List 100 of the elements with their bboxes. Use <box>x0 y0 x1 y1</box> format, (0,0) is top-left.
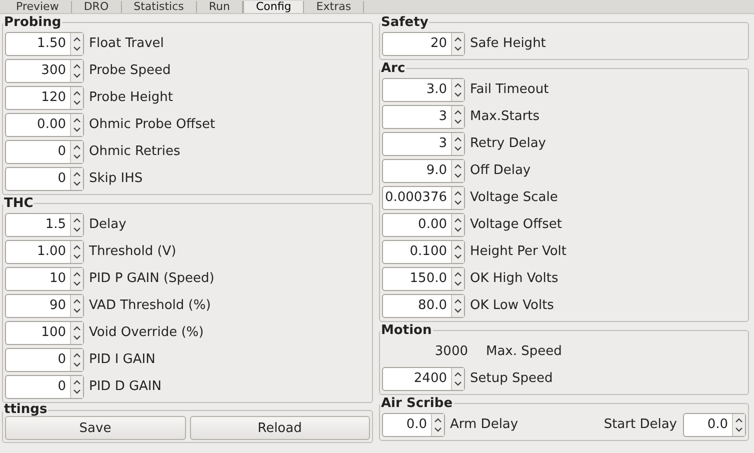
spin-arrows-icon[interactable] <box>451 368 464 390</box>
value-field[interactable]: 9.0 <box>383 160 451 182</box>
value-field[interactable]: 0 <box>6 140 70 162</box>
spin-arrows-icon[interactable] <box>451 186 464 208</box>
spin-arrows-icon[interactable] <box>70 348 83 370</box>
value-field[interactable]: 0 <box>6 376 70 398</box>
spin-box[interactable]: 9.0 <box>382 158 465 182</box>
field-label: Voltage Scale <box>470 190 558 205</box>
value-field[interactable]: 300 <box>6 60 70 82</box>
tab[interactable]: Config <box>243 1 304 13</box>
field-label: Probe Height <box>89 90 173 105</box>
spin-box[interactable]: 0.0 <box>382 412 445 436</box>
spin-box[interactable]: 0.00 <box>382 212 465 236</box>
action-button[interactable]: Reload <box>190 416 370 440</box>
group-title: Air Scribe <box>380 396 454 411</box>
spin-arrows-icon[interactable] <box>451 214 464 236</box>
field-label: Ohmic Retries <box>89 144 180 159</box>
group-title: Arc <box>380 61 406 76</box>
value-field[interactable]: 3 <box>383 106 451 128</box>
value-field[interactable]: 1.50 <box>6 32 70 54</box>
value-field[interactable]: 3.0 <box>383 78 451 100</box>
value-field[interactable]: 20 <box>383 32 451 54</box>
field-label: VAD Threshold (%) <box>89 298 211 313</box>
spin-arrows-icon[interactable] <box>451 106 464 128</box>
spin-arrows-icon[interactable] <box>70 268 83 290</box>
spin-box[interactable]: 20 <box>382 32 465 56</box>
spin-arrows-icon[interactable] <box>70 60 83 82</box>
spin-box[interactable]: 150.0 <box>382 266 465 290</box>
tab[interactable]: Statistics <box>122 1 197 13</box>
spin-arrows-icon[interactable] <box>451 160 464 182</box>
value-field[interactable]: 90 <box>6 294 70 316</box>
field-label: Safe Height <box>470 36 546 51</box>
spin-box[interactable]: 0 <box>5 166 84 190</box>
spin-box[interactable]: 2400 <box>382 366 465 390</box>
field-label: Fail Timeout <box>470 82 549 97</box>
value-field[interactable]: 150.0 <box>383 268 451 290</box>
spin-arrows-icon[interactable] <box>70 32 83 54</box>
spin-arrows-icon[interactable] <box>431 414 444 436</box>
value-field[interactable]: 100 <box>6 322 70 344</box>
spin-arrows-icon[interactable] <box>451 294 464 316</box>
spin-box[interactable]: 90 <box>5 294 84 318</box>
spin-box[interactable]: 0.00 <box>5 112 84 136</box>
spin-box[interactable]: 0 <box>5 140 84 164</box>
spin-arrows-icon[interactable] <box>70 214 83 236</box>
spin-arrows-icon[interactable] <box>451 240 464 262</box>
spin-arrows-icon[interactable] <box>70 86 83 108</box>
value-field[interactable]: 2400 <box>383 368 451 390</box>
spin-box[interactable]: 1.50 <box>5 32 84 56</box>
field-label: Start Delay <box>604 417 677 432</box>
spin-box[interactable]: 1.00 <box>5 240 84 264</box>
spin-box[interactable]: 120 <box>5 86 84 110</box>
spin-box[interactable]: 0.100 <box>382 240 465 264</box>
tab[interactable]: Extras <box>304 1 364 13</box>
value-field[interactable]: 3 <box>383 132 451 154</box>
field-label: Height Per Volt <box>470 244 567 259</box>
tab[interactable]: DRO <box>72 1 122 13</box>
spin-arrows-icon[interactable] <box>70 168 83 190</box>
spin-arrows-icon[interactable] <box>451 268 464 290</box>
value-field[interactable]: 0.000376 <box>383 186 451 208</box>
spin-box[interactable]: 0.000376 <box>382 186 465 210</box>
spin-box[interactable]: 80.0 <box>382 294 465 318</box>
value-field[interactable]: 0.00 <box>383 214 451 236</box>
value-field[interactable]: 1.5 <box>6 214 70 236</box>
spin-box[interactable]: 1.5 <box>5 212 84 236</box>
spin-box[interactable]: 300 <box>5 58 84 82</box>
value-field[interactable]: 0.100 <box>383 240 451 262</box>
value-field[interactable]: 1.00 <box>6 240 70 262</box>
field-label: Probe Speed <box>89 63 171 78</box>
value-field[interactable]: 0 <box>6 168 70 190</box>
value-field[interactable]: 80.0 <box>383 294 451 316</box>
action-button[interactable]: Save <box>5 416 186 440</box>
value-field[interactable]: 120 <box>6 86 70 108</box>
value-field[interactable]: 0.0 <box>684 414 732 436</box>
spin-box[interactable]: 100 <box>5 320 84 344</box>
spin-box[interactable]: 0.0 <box>683 412 746 436</box>
spin-arrows-icon[interactable] <box>70 322 83 344</box>
spin-arrows-icon[interactable] <box>451 78 464 100</box>
spin-box[interactable]: 3 <box>382 132 465 156</box>
field-label: Ohmic Probe Offset <box>89 117 216 132</box>
spin-box[interactable]: 3 <box>382 104 465 128</box>
value-field[interactable]: 0.0 <box>383 414 431 436</box>
value-field[interactable]: 0 <box>6 348 70 370</box>
spin-arrows-icon[interactable] <box>70 240 83 262</box>
spin-arrows-icon[interactable] <box>451 132 464 154</box>
spin-box[interactable]: 3.0 <box>382 78 465 102</box>
spin-arrows-icon[interactable] <box>70 140 83 162</box>
spin-arrows-icon[interactable] <box>451 32 464 54</box>
spin-box[interactable]: 0 <box>5 374 84 398</box>
spin-arrows-icon[interactable] <box>732 414 745 436</box>
spin-box[interactable]: 10 <box>5 266 84 290</box>
spin-arrows-icon[interactable] <box>70 376 83 398</box>
tab[interactable]: Preview <box>4 1 72 13</box>
value-field[interactable]: 0.00 <box>6 114 70 136</box>
spin-arrows-icon[interactable] <box>70 114 83 136</box>
readout-value: 3000 <box>434 344 469 359</box>
spin-box[interactable]: 0 <box>5 348 84 372</box>
group-title: THC <box>3 196 34 211</box>
field-label: PID I GAIN <box>89 352 156 367</box>
value-field[interactable]: 10 <box>6 268 70 290</box>
spin-arrows-icon[interactable] <box>70 294 83 316</box>
